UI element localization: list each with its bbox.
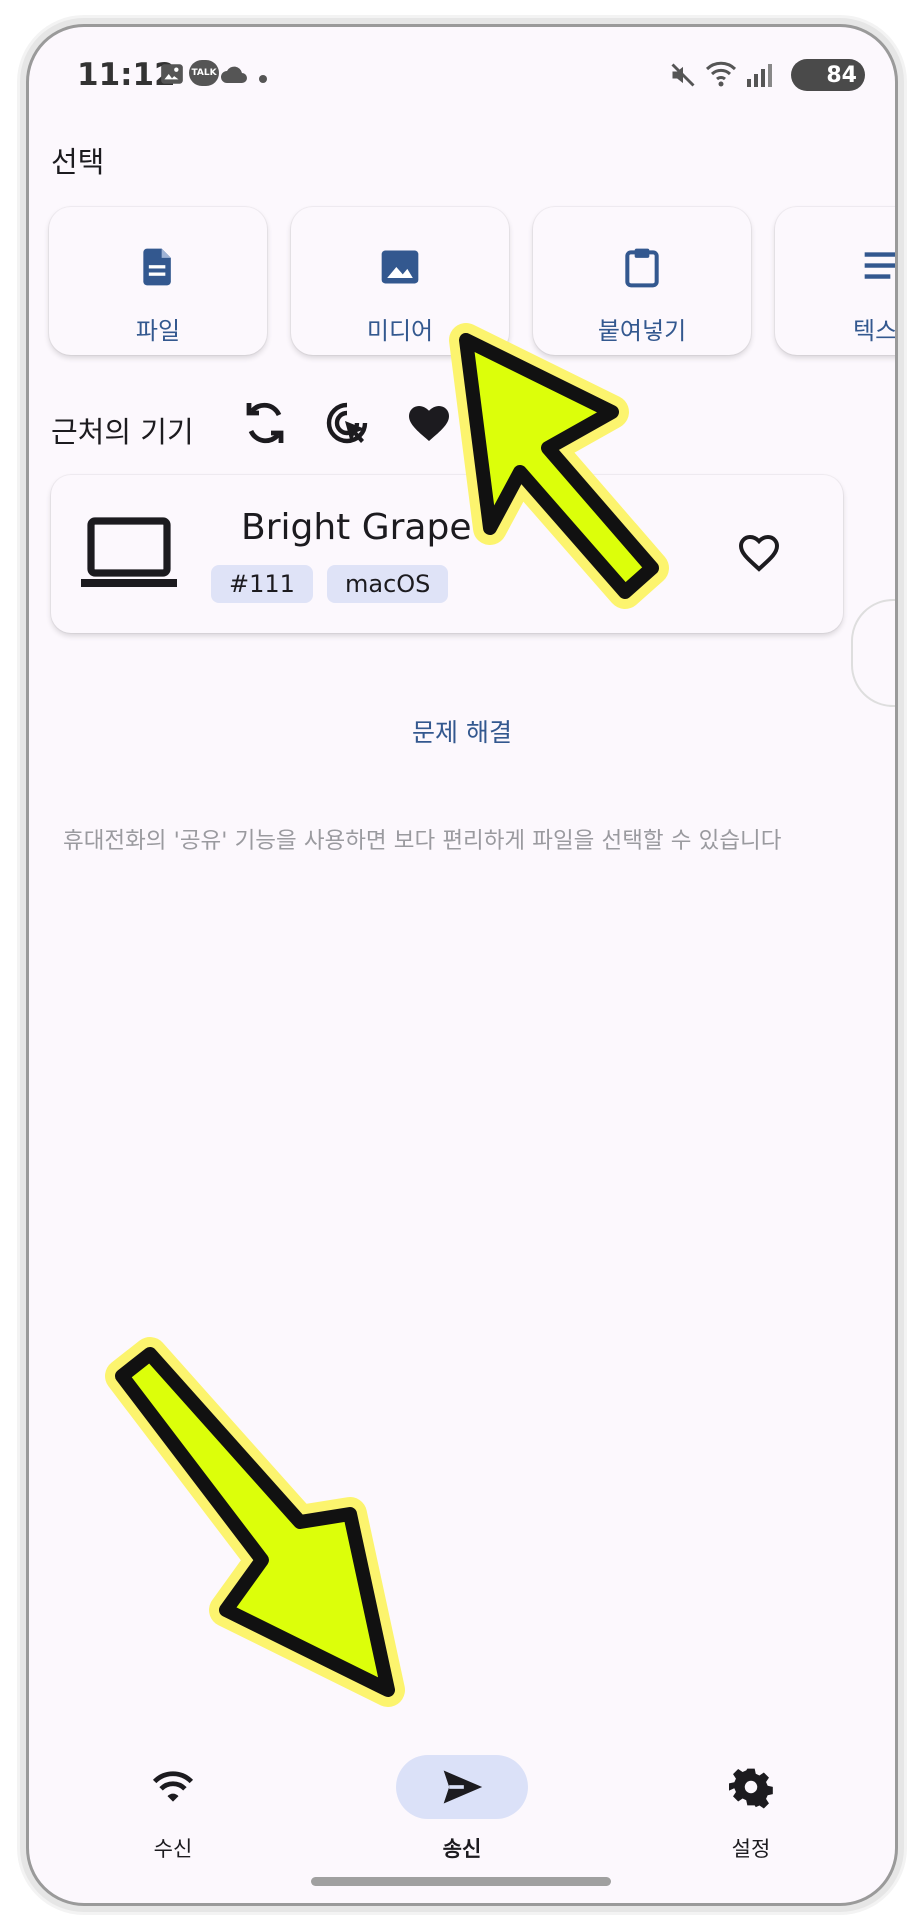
device-card[interactable]: Bright Grape #111 macOS [51, 475, 843, 633]
refresh-icon[interactable] [241, 399, 289, 447]
device-os-chip: macOS [327, 565, 449, 603]
text-icon [864, 252, 895, 279]
nav-receive[interactable]: 수신 [93, 1727, 253, 1861]
bottom-navigation: 수신 송신 설정 [29, 1727, 895, 1867]
card-media-label: 미디어 [366, 317, 434, 345]
signal-icon [747, 64, 772, 87]
file-icon [143, 248, 171, 286]
phone-screen: 11:12 TALK 84 선택 파일 미디어 붙여넣기 텍스 근처의 기기 B… [26, 24, 898, 1906]
talk-badge-text: TALK [191, 68, 217, 78]
cloud-icon [221, 66, 247, 83]
select-cards-row: 파일 미디어 붙여넣기 텍스 [49, 207, 898, 357]
home-indicator [311, 1877, 611, 1886]
card-text[interactable]: 텍스 [775, 207, 898, 355]
more-notifications-dot-icon [259, 75, 267, 83]
battery-indicator: 84 [791, 59, 865, 91]
favorites-heart-icon[interactable] [405, 399, 453, 447]
mute-icon [671, 63, 695, 87]
select-section-title: 선택 [51, 145, 105, 179]
device-name: Bright Grape [241, 507, 472, 548]
gallery-notification-icon [161, 64, 183, 84]
kakaotalk-notification-icon: TALK [189, 60, 219, 86]
nav-receive-label: 수신 [153, 1837, 193, 1861]
nav-send-label: 송신 [442, 1837, 482, 1861]
nav-settings[interactable]: 설정 [671, 1727, 831, 1861]
nav-send[interactable]: 송신 [382, 1727, 542, 1861]
share-hint-text: 휴대전화의 '공유' 기능을 사용하면 보다 편리하게 파일을 선택할 수 있습… [63, 828, 782, 854]
clipboard-icon [625, 248, 659, 288]
battery-level: 84 [826, 62, 857, 88]
gear-icon [729, 1768, 773, 1809]
card-file[interactable]: 파일 [49, 207, 267, 355]
nearby-devices-title: 근처의 기기 [51, 415, 194, 449]
device-id-chip: #111 [211, 565, 313, 603]
scan-target-icon[interactable] [323, 399, 371, 447]
card-text-label: 텍스 [853, 317, 898, 345]
card-media[interactable]: 미디어 [291, 207, 509, 355]
troubleshoot-link[interactable]: 문제 해결 [29, 713, 895, 749]
card-paste-label: 붙여넣기 [597, 317, 687, 345]
image-icon [381, 250, 419, 284]
laptop-icon [81, 517, 177, 587]
status-bar: 11:12 TALK 84 [29, 27, 895, 115]
card-paste[interactable]: 붙여넣기 [533, 207, 751, 355]
wifi-status-icon [705, 61, 737, 87]
send-icon [443, 1770, 483, 1804]
nav-settings-label: 설정 [731, 1837, 771, 1861]
card-file-label: 파일 [135, 317, 181, 345]
wifi-icon [152, 1771, 194, 1802]
favorite-heart-outline-icon[interactable] [735, 529, 783, 577]
edge-panel-handle[interactable] [851, 599, 895, 707]
